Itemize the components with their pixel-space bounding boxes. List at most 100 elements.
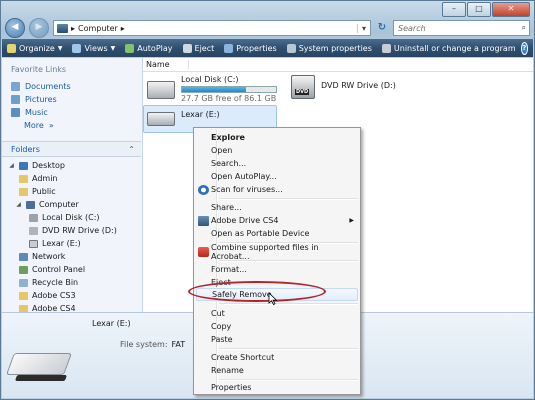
chevron-up-icon: ⌃: [128, 144, 135, 154]
organize-label: Organize: [19, 43, 55, 53]
tree-item-network[interactable]: Network: [2, 250, 141, 263]
menu-item-create-shortcut[interactable]: Create Shortcut: [196, 351, 358, 364]
menu-item-share[interactable]: Share...: [196, 201, 358, 214]
menu-item-properties[interactable]: Properties: [196, 381, 358, 394]
organize-button[interactable]: Organize ▼: [2, 39, 67, 57]
menu-item-paste[interactable]: Paste: [196, 333, 358, 346]
tree-item-recycle-bin[interactable]: Recycle Bin: [2, 276, 141, 289]
command-bar: Organize ▼ Views ▼ AutoPlay Eject Properti…: [2, 39, 533, 57]
maximize-button[interactable]: □: [467, 2, 491, 17]
address-row: ◀ ▶ ▸ Computer ▸ ▾ ↻ Search ⌕: [5, 18, 530, 38]
tree-label: Desktop: [32, 161, 65, 170]
adobe-drive-icon: [198, 215, 209, 226]
minimize-button[interactable]: –: [442, 2, 466, 17]
favorite-pictures[interactable]: Pictures: [2, 93, 142, 106]
capacity-bar-fill: [182, 87, 246, 92]
breadcrumb-computer[interactable]: Computer: [78, 24, 118, 33]
drive-local-disk[interactable]: Local Disk (C:) 27.7 GB free of 86.1 GB: [147, 75, 277, 103]
tree-item-computer[interactable]: ◢ Computer: [2, 198, 141, 211]
windows-drive-icon: [147, 81, 175, 99]
menu-item-label: Open AutoPlay...: [211, 172, 277, 181]
search-input[interactable]: Search ⌕: [393, 20, 530, 36]
menu-item-cut[interactable]: Cut: [196, 307, 358, 320]
menu-item-label: Paste: [211, 335, 233, 344]
menu-item-explore[interactable]: Explore: [196, 131, 358, 144]
tree-item-local-disk[interactable]: Local Disk (C:): [2, 211, 141, 224]
favorite-documents[interactable]: Documents: [2, 80, 142, 93]
menu-item-open-autoplay[interactable]: Open AutoPlay...: [196, 170, 358, 183]
fs-label: File system:: [120, 340, 168, 349]
removable-drive-icon: [29, 239, 38, 248]
column-name-header[interactable]: Name: [146, 60, 189, 69]
removable-drive-icon: [5, 347, 73, 387]
menu-item-combine-acrobat[interactable]: Combine supported files in Acrobat...: [196, 243, 358, 261]
tree-item-lexar[interactable]: Lexar (E:): [2, 237, 141, 250]
expand-arrow-icon[interactable]: ◢: [15, 201, 22, 208]
favorite-label: Music: [25, 108, 48, 117]
menu-separator: [219, 198, 358, 200]
column-header-row: Name: [143, 58, 533, 72]
eject-button[interactable]: Eject: [178, 39, 220, 57]
favorites-more-link[interactable]: More »: [2, 119, 142, 132]
views-label: Views: [84, 43, 108, 53]
antivirus-icon: [198, 184, 209, 195]
tree-item-admin[interactable]: Admin: [2, 172, 141, 185]
tree-item-adobe-cs3[interactable]: Adobe CS3: [2, 289, 141, 302]
favorite-label: Documents: [25, 82, 71, 91]
menu-item-adobe-drive[interactable]: Adobe Drive CS4 ▶: [196, 214, 358, 227]
menu-item-scan-viruses[interactable]: Scan for viruses...: [196, 183, 358, 196]
forward-button[interactable]: ▶: [29, 18, 49, 38]
menu-item-copy[interactable]: Copy: [196, 320, 358, 333]
menu-separator: [219, 260, 358, 262]
menu-item-label: Properties: [211, 383, 252, 392]
menu-item-rename[interactable]: Rename: [196, 364, 358, 377]
capacity-bar: [181, 86, 277, 93]
menu-item-open-portable[interactable]: Open as Portable Device: [196, 227, 358, 240]
expand-arrow-icon[interactable]: ◢: [8, 162, 15, 169]
pictures-icon: [11, 95, 20, 104]
tree-item-control-panel[interactable]: Control Panel: [2, 263, 141, 276]
back-button[interactable]: ◀: [5, 18, 25, 38]
tree-label: Admin: [32, 174, 58, 183]
menu-item-label: Scan for viruses...: [211, 185, 283, 194]
system-properties-button[interactable]: System properties: [282, 39, 377, 57]
autoplay-icon: [125, 43, 135, 53]
mouse-pointer-icon: [268, 293, 278, 305]
dvd-drive-icon: [29, 226, 38, 235]
tree-label: Computer: [39, 200, 79, 209]
recycle-bin-icon: [19, 278, 28, 287]
menu-item-format[interactable]: Format...: [196, 263, 358, 276]
tree-item-dvd-drive[interactable]: DVD RW Drive (D:): [2, 224, 141, 237]
drive-info: Local Disk (C:) 27.7 GB free of 86.1 GB: [181, 75, 277, 103]
views-button[interactable]: Views ▼: [67, 39, 120, 57]
tree-label: DVD RW Drive (D:): [42, 226, 117, 235]
uninstall-button[interactable]: Uninstall or change a program: [377, 39, 521, 57]
address-bar[interactable]: ▸ Computer ▸ ▾: [53, 20, 371, 36]
refresh-icon[interactable]: ↻: [375, 21, 389, 35]
menu-item-search[interactable]: Search...: [196, 157, 358, 170]
tree-item-desktop[interactable]: ◢ Desktop: [2, 159, 141, 172]
menu-item-label: Search...: [211, 159, 247, 168]
chevron-down-icon[interactable]: ▾: [357, 23, 370, 33]
menu-item-open[interactable]: Open: [196, 144, 358, 157]
folders-header[interactable]: Folders ⌃: [2, 141, 141, 157]
search-icon[interactable]: ⌕: [522, 23, 526, 33]
user-folder-icon: [19, 174, 28, 183]
help-icon[interactable]: ?: [520, 41, 528, 55]
system-properties-icon: [286, 43, 296, 53]
dvd-drive-icon: DVD: [291, 75, 315, 99]
search-placeholder: Search: [398, 23, 426, 33]
autoplay-button[interactable]: AutoPlay: [120, 39, 177, 57]
favorite-music[interactable]: Music: [2, 106, 142, 119]
desktop-icon: [19, 161, 28, 170]
drive-lexar[interactable]: Lexar (E:): [147, 110, 220, 126]
favorite-links-list: Documents Pictures Music More »: [2, 80, 142, 132]
views-icon: [72, 43, 82, 53]
drive-dvd[interactable]: DVD DVD RW Drive (D:): [291, 75, 396, 99]
close-button[interactable]: ✕: [492, 2, 530, 17]
properties-button[interactable]: Properties: [219, 39, 281, 57]
chevron-down-icon: ▼: [57, 44, 63, 52]
menu-item-label: Format...: [211, 265, 247, 274]
uninstall-icon: [381, 43, 391, 53]
tree-item-public[interactable]: Public: [2, 185, 141, 198]
